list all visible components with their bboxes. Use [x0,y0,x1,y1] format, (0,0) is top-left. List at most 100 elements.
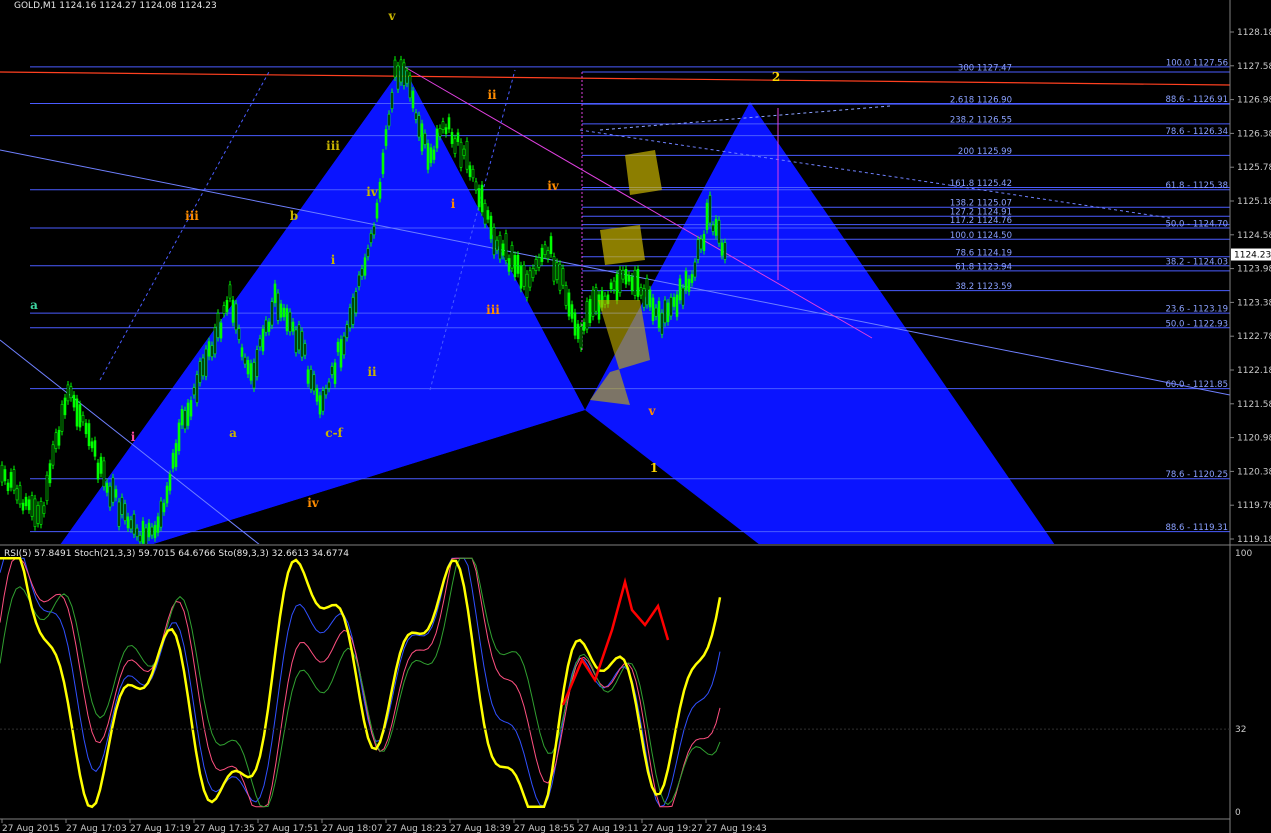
candle-body [303,343,307,356]
candle-body [45,474,49,501]
candle-body [195,374,199,403]
candle-body [432,149,436,160]
wave-label: i [451,197,456,211]
price-tick-label: 1119.78 [1237,501,1271,511]
candle-body [366,248,370,257]
candle-body [348,307,352,328]
candle-body [672,297,676,307]
candle-body [246,360,250,375]
candle-body [72,394,76,408]
indicator-tick-label: 32 [1235,725,1246,735]
fib-label: 117.2 1124.76 [950,216,1012,226]
candle-body [513,255,517,278]
dashed-line [579,129,1171,219]
candle-body [438,128,442,137]
candle-body [198,361,202,383]
candle-body [633,269,637,296]
candle-body [609,282,613,290]
candle-body [675,294,679,317]
mt4-chart-window[interactable]: 100.0 1127.56 300 1127.47 2.618 1126.90 88.… [0,0,1271,833]
candle-body [6,482,10,491]
candle-body [690,274,694,283]
candle-body [240,347,244,357]
candle-body [417,115,421,138]
candle-body [570,304,574,319]
price-tick-label: 1128.18 [1237,28,1271,38]
candle-body [486,210,490,220]
candle-body [210,345,214,357]
candle-body [288,311,292,332]
candle-body [48,463,52,484]
candle-body [279,303,283,318]
price-tick-label: 1127.58 [1237,62,1271,72]
candle-body [147,522,151,538]
chart-canvas[interactable]: 100.0 1127.56 300 1127.47 2.618 1126.90 88.… [0,0,1271,833]
candle-body [495,239,499,251]
candle-body [384,129,388,146]
candle-body [678,278,682,301]
handwriting-overlay [625,150,662,195]
candle-body [120,497,124,515]
fib-label: 300 1127.47 [958,63,1012,73]
candle-body [159,500,163,528]
wave-label: 2 [772,70,780,84]
candle-body [351,297,355,325]
indicator-tick-label: 0 [1235,808,1241,818]
fib-label: 100.0 1124.50 [950,231,1012,241]
candle-body [93,440,97,457]
fib-label: 200 1125.99 [958,147,1012,157]
candle-body [522,264,526,287]
candle-body [342,335,346,356]
wave-label: iii [486,303,500,317]
candle-body [576,323,580,340]
candle-body [189,400,193,417]
wave-label: v [648,404,657,418]
candle-body [618,269,622,294]
candle-body [276,292,280,321]
candle-body [183,410,187,430]
candle-body [135,527,139,537]
candle-body [654,307,658,317]
fib-label: 61.8 1123.94 [955,262,1012,272]
candle-body [621,270,625,280]
candle-body [597,294,601,320]
candle-body [63,397,67,416]
candle-body [507,258,511,272]
candle-body [9,472,13,488]
candle-body [564,285,568,306]
time-tick-label: 27 Aug 2015 [2,824,60,833]
candle-body [543,244,547,256]
candle-body [444,127,448,134]
candle-body [657,300,661,329]
candle-body [501,243,505,256]
candle-body [516,254,520,274]
fib-label: 88.6 - 1126.91 [1165,95,1228,105]
candle-body [372,225,376,236]
candle-body [99,456,103,474]
candle-body [660,312,664,335]
wave-label: a [229,426,237,440]
fib-label: 50.0 - 1124.70 [1165,220,1228,230]
time-tick-label: 27 Aug 17:19 [130,824,191,833]
candle-body [357,274,361,287]
candle-body [333,362,337,384]
candle-body [201,357,205,376]
candle-body [645,278,649,306]
candle-body [696,239,700,260]
candle-body [123,503,127,521]
wave-label: b [290,209,298,223]
candle-body [60,404,64,432]
candle-body [441,121,445,130]
candle-body [225,299,229,313]
price-tick-label: 1122.78 [1237,332,1271,342]
chart-title: GOLD,M1 1124.16 1124.27 1124.08 1124.23 [14,1,217,11]
candle-body [561,268,565,286]
candle-body [669,297,673,317]
candle-body [78,404,82,428]
current-price-label: 1124.23 [1234,251,1271,261]
fib-label: 78.6 - 1126.34 [1165,127,1228,137]
candle-body [318,395,322,415]
candle-body [3,469,7,482]
candle-body [453,138,457,154]
candle-body [423,133,427,145]
